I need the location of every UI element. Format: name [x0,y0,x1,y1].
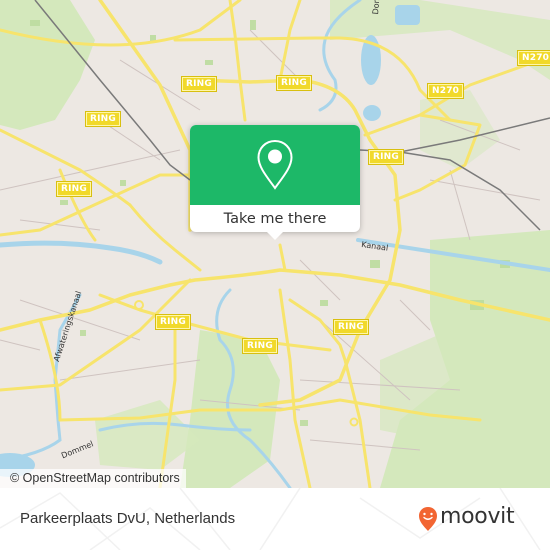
moovit-pin-icon [419,507,437,531]
road-shield-n270: N270 [428,84,464,98]
waterway-label: Dom [371,0,382,15]
brand-name: moovit [440,504,515,529]
destination-popup: Take me there [190,125,360,240]
place-name: Parkeerplaats DvU, Netherlands [20,510,236,527]
map-attribution[interactable]: © OpenStreetMap contributors [0,469,186,488]
road-shield-ring: RING [86,112,120,126]
popup-tail [266,231,284,240]
take-me-there-button[interactable]: Take me there [190,205,360,232]
road-shield-ring: RING [156,315,190,329]
road-shield-ring: RING [182,77,216,91]
road-shield-ring: RING [369,150,403,164]
road-shield-ring: RING [277,76,311,90]
popup-header [190,125,360,205]
road-shield-ring: RING [243,339,277,353]
location-pin-icon [257,139,293,190]
road-shield-n270: N270 [518,51,550,65]
road-shield-ring: RING [334,320,368,334]
road-shield-ring: RING [57,182,91,196]
footer: Parkeerplaats DvU, Netherlands moovit [0,488,550,550]
map[interactable]: RING RING RING RING RING RING RING RING … [0,0,550,488]
map-base-layer [0,0,550,488]
